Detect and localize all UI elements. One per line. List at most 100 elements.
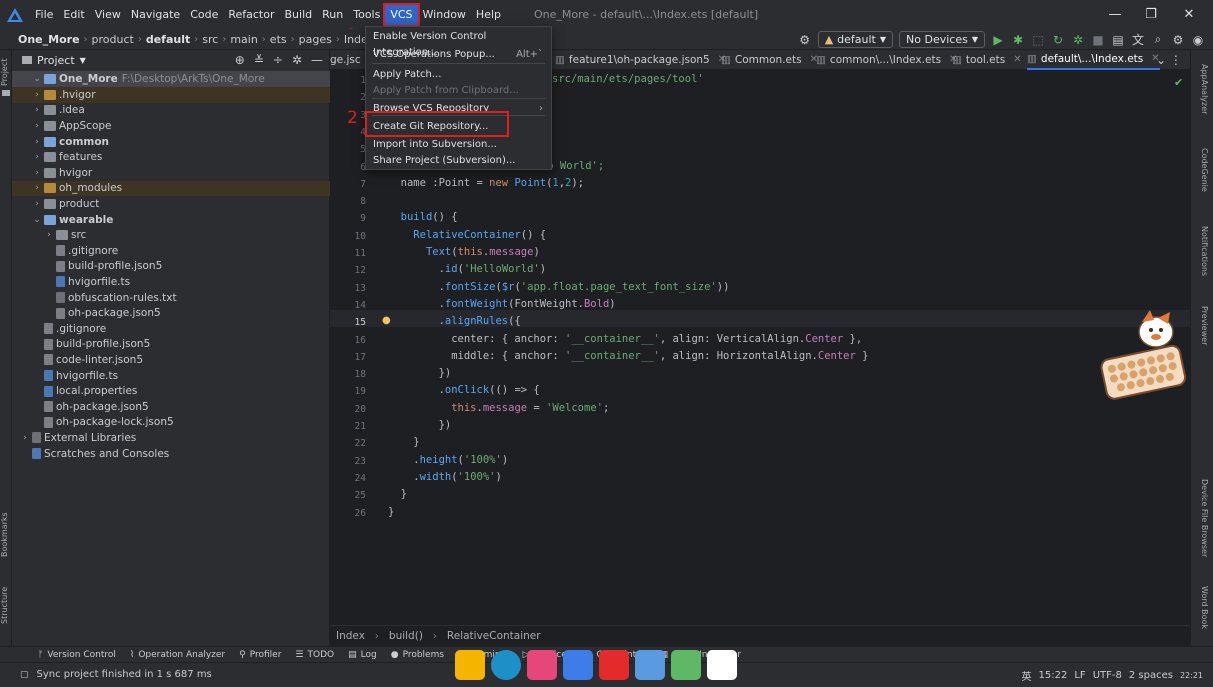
tree-item[interactable]: hvigorfile.ts [12,274,330,290]
tree-item[interactable]: build-profile.json5 [12,259,330,275]
tree-item[interactable]: local.properties [12,383,330,399]
youdao-icon[interactable] [599,650,629,680]
chevron-down-icon[interactable]: ▼ [80,56,86,65]
intention-bulb-icon[interactable]: ● [382,315,391,326]
expand-all-icon[interactable]: ≚ [254,53,264,67]
minimize-icon[interactable]: — [1097,0,1133,29]
menu-tools[interactable]: Tools [348,5,385,25]
tree-item[interactable]: oh-package.json5 [12,305,330,321]
structure-tool-button[interactable]: Structure [0,582,12,628]
close-icon[interactable]: ✕ [1171,0,1207,29]
breadcrumb-item[interactable]: default [146,33,190,46]
tree-item[interactable]: › src [12,227,330,243]
breadcrumb-item[interactable]: pages [299,33,332,46]
crumb-build[interactable]: build() [389,630,423,642]
attach-debugger-icon[interactable]: ⬚ [1031,33,1045,47]
tree-item[interactable]: › External Libraries [12,430,330,446]
vcs-menu-item[interactable]: Import into Subversion... [366,137,551,153]
gear-icon[interactable]: ✲ [292,53,302,67]
assistant-icon[interactable]: ◉ [1191,33,1205,47]
line-separator[interactable]: LF [1074,670,1085,681]
vcs-menu-item[interactable]: Apply Patch... [366,67,551,83]
bookmarks-tool-button[interactable]: Bookmarks [0,510,12,560]
tree-item[interactable]: Scratches and Consoles [12,446,330,462]
vcs-menu-item[interactable]: VCS Operations Popup... Alt+` [366,47,551,63]
tree-item[interactable]: › oh_modules [12,180,330,197]
status-panel-icon[interactable]: ▢ [20,670,29,680]
tree-item[interactable]: .gitignore [12,321,330,337]
word-book-tool-button[interactable]: Word Book [1195,578,1209,638]
tree-item[interactable]: obfuscation-rules.txt [12,290,330,306]
tree-item[interactable]: oh-package.json5 [12,399,330,415]
close-tab-icon[interactable]: ✕ [1013,50,1021,70]
run-config-select[interactable]: ▲ default ▼ [817,31,894,48]
locate-icon[interactable]: ⊕ [235,53,245,67]
debug-icon[interactable]: ✱ [1011,33,1025,47]
tool-window-operation-analyzer[interactable]: ⌇ Operation Analyzer [130,650,225,660]
device-file-browser-tool-button[interactable]: Device File Browser [1195,470,1209,566]
menu-code[interactable]: Code [185,5,223,25]
stop-icon[interactable]: ■ [1091,33,1105,47]
tree-item[interactable]: › features [12,149,330,165]
tool-window-todo[interactable]: ☰ TODO [295,650,334,660]
crumb-index[interactable]: Index [336,630,365,642]
tree-item[interactable]: code-linter.json5 [12,352,330,368]
search-icon[interactable]: ⌕ [1151,32,1165,47]
wechat-icon[interactable] [671,650,701,680]
file-encoding[interactable]: UTF-8 [1093,670,1122,681]
tree-item[interactable]: ⌄ wearable [12,212,330,228]
vcs-menu-item[interactable]: Share Project (Subversion)... [366,153,551,169]
edge-browser-icon[interactable] [491,650,521,680]
tree-item[interactable]: › hvigor [12,165,330,181]
menu-navigate[interactable]: Navigate [126,5,185,25]
tab-0[interactable]: ge.jsc [330,50,361,70]
menu-run[interactable]: Run [317,5,348,25]
restore-icon[interactable]: ❐ [1133,0,1169,29]
profiler-icon[interactable]: ✲ [1071,33,1085,47]
tab-5[interactable]: ▥ default\...\Index.ets ✕ [1027,50,1160,70]
status-message[interactable]: Sync project finished in 1 s 687 ms [37,669,212,680]
breadcrumb-item[interactable]: ets [270,33,287,46]
tree-item[interactable]: › .idea [12,103,330,119]
menu-edit[interactable]: Edit [58,5,89,25]
breadcrumb-item[interactable]: main [230,33,257,46]
tree-item[interactable]: hvigorfile.ts [12,368,330,384]
project-panel-title[interactable]: Project [37,54,75,67]
codegenie-tool-button[interactable]: CodeGenie [1195,140,1209,200]
tab-2[interactable]: ▥ Common.ets ✕ [721,50,818,70]
tree-item[interactable]: › product [12,196,330,212]
indent-setting[interactable]: 2 spaces [1129,670,1173,681]
breadcrumb-item[interactable]: One_More [18,33,80,46]
settings-icon[interactable]: ⚙ [1171,33,1185,47]
tab-1[interactable]: ▥ feature1\oh-package.json5 ✕ [555,50,726,70]
hammer-icon[interactable]: ⚙ [798,33,812,47]
deveco-icon[interactable] [635,650,665,680]
tab-4[interactable]: ▥ tool.ets ✕ [952,50,1022,70]
tree-item[interactable]: › common [12,134,330,150]
tree-item[interactable]: build-profile.json5 [12,337,330,353]
collapse-all-icon[interactable]: ÷ [273,53,283,67]
previewer-tool-button[interactable]: Previewer [1195,296,1209,356]
breadcrumb-item[interactable]: src [202,33,218,46]
tool-window-problems[interactable]: ● Problems [391,650,444,660]
tree-item[interactable]: .gitignore [12,243,330,259]
project-tool-button[interactable]: Project [0,52,12,92]
tabs-menu-icon[interactable]: ⌄ ⋮ [1156,50,1182,70]
tool-window-profiler[interactable]: ⚲ Profiler [239,650,281,660]
tree-item[interactable]: › AppScope [12,118,330,134]
app-blue-icon[interactable] [563,650,593,680]
notifications-tool-button[interactable]: Notifications [1195,216,1209,286]
app-analyzer-tool-button[interactable]: AppAnalyzer [1195,54,1209,124]
menu-file[interactable]: File [30,5,58,25]
menu-help[interactable]: Help [471,5,506,25]
device-manager-icon[interactable]: ▤ [1111,33,1125,47]
tool-window-log[interactable]: ▤ Log [348,650,377,660]
device-select[interactable]: No Devices ▼ [899,31,985,48]
menu-refactor[interactable]: Refactor [223,5,279,25]
app-pink-icon[interactable] [527,650,557,680]
translate-icon[interactable]: 文 [1131,33,1145,47]
typora-icon[interactable] [707,650,737,680]
menu-build[interactable]: Build [280,5,318,25]
apply-changes-icon[interactable]: ↻ [1051,33,1065,47]
vcs-menu-item[interactable]: Enable Version Control Integration... [366,29,551,58]
